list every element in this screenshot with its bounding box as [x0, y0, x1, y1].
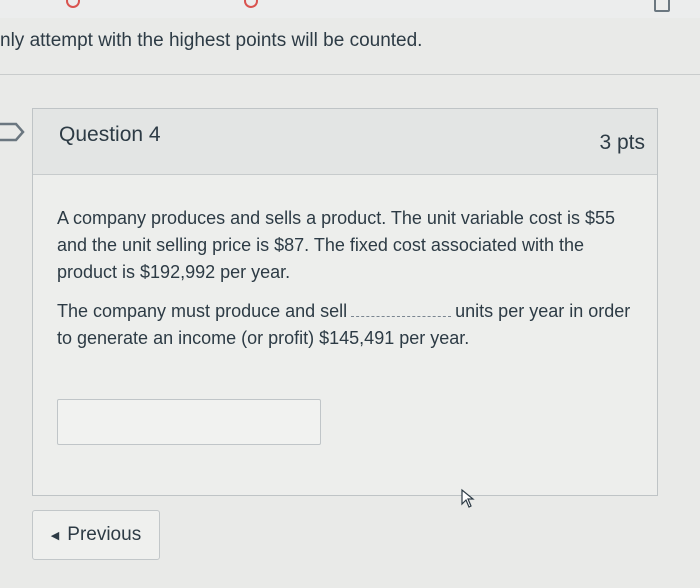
- question-paragraph: The company must produce and sell units p…: [57, 298, 637, 352]
- divider: [0, 74, 700, 75]
- attempt-notice: nly attempt with the highest points will…: [0, 30, 423, 51]
- question-text: A company produces and sells a product. …: [57, 205, 637, 364]
- question-points: 3 pts: [599, 131, 645, 154]
- previous-button-label: Previous: [67, 524, 142, 545]
- answer-input[interactable]: [57, 399, 321, 445]
- answer-blank: [351, 303, 452, 317]
- question-title: Question 4: [59, 123, 161, 146]
- question-text-before-blank: The company must produce and sell: [57, 301, 348, 321]
- top-toolbar-strip: [0, 0, 700, 18]
- triangle-left-icon: ◀: [50, 529, 60, 542]
- question-card: Question 4 3 pts A company produces and …: [32, 108, 658, 496]
- mouse-pointer-icon: [461, 488, 475, 508]
- alert-icon: [244, 0, 258, 8]
- alert-icon: [66, 0, 80, 8]
- quiz-page: nly attempt with the highest points will…: [0, 0, 700, 588]
- question-header: Question 4 3 pts: [33, 109, 657, 175]
- question-paragraph: A company produces and sells a product. …: [57, 208, 615, 282]
- calendar-icon[interactable]: [654, 0, 670, 12]
- flag-question-icon[interactable]: [0, 122, 26, 142]
- previous-button[interactable]: ◀ Previous: [32, 510, 160, 560]
